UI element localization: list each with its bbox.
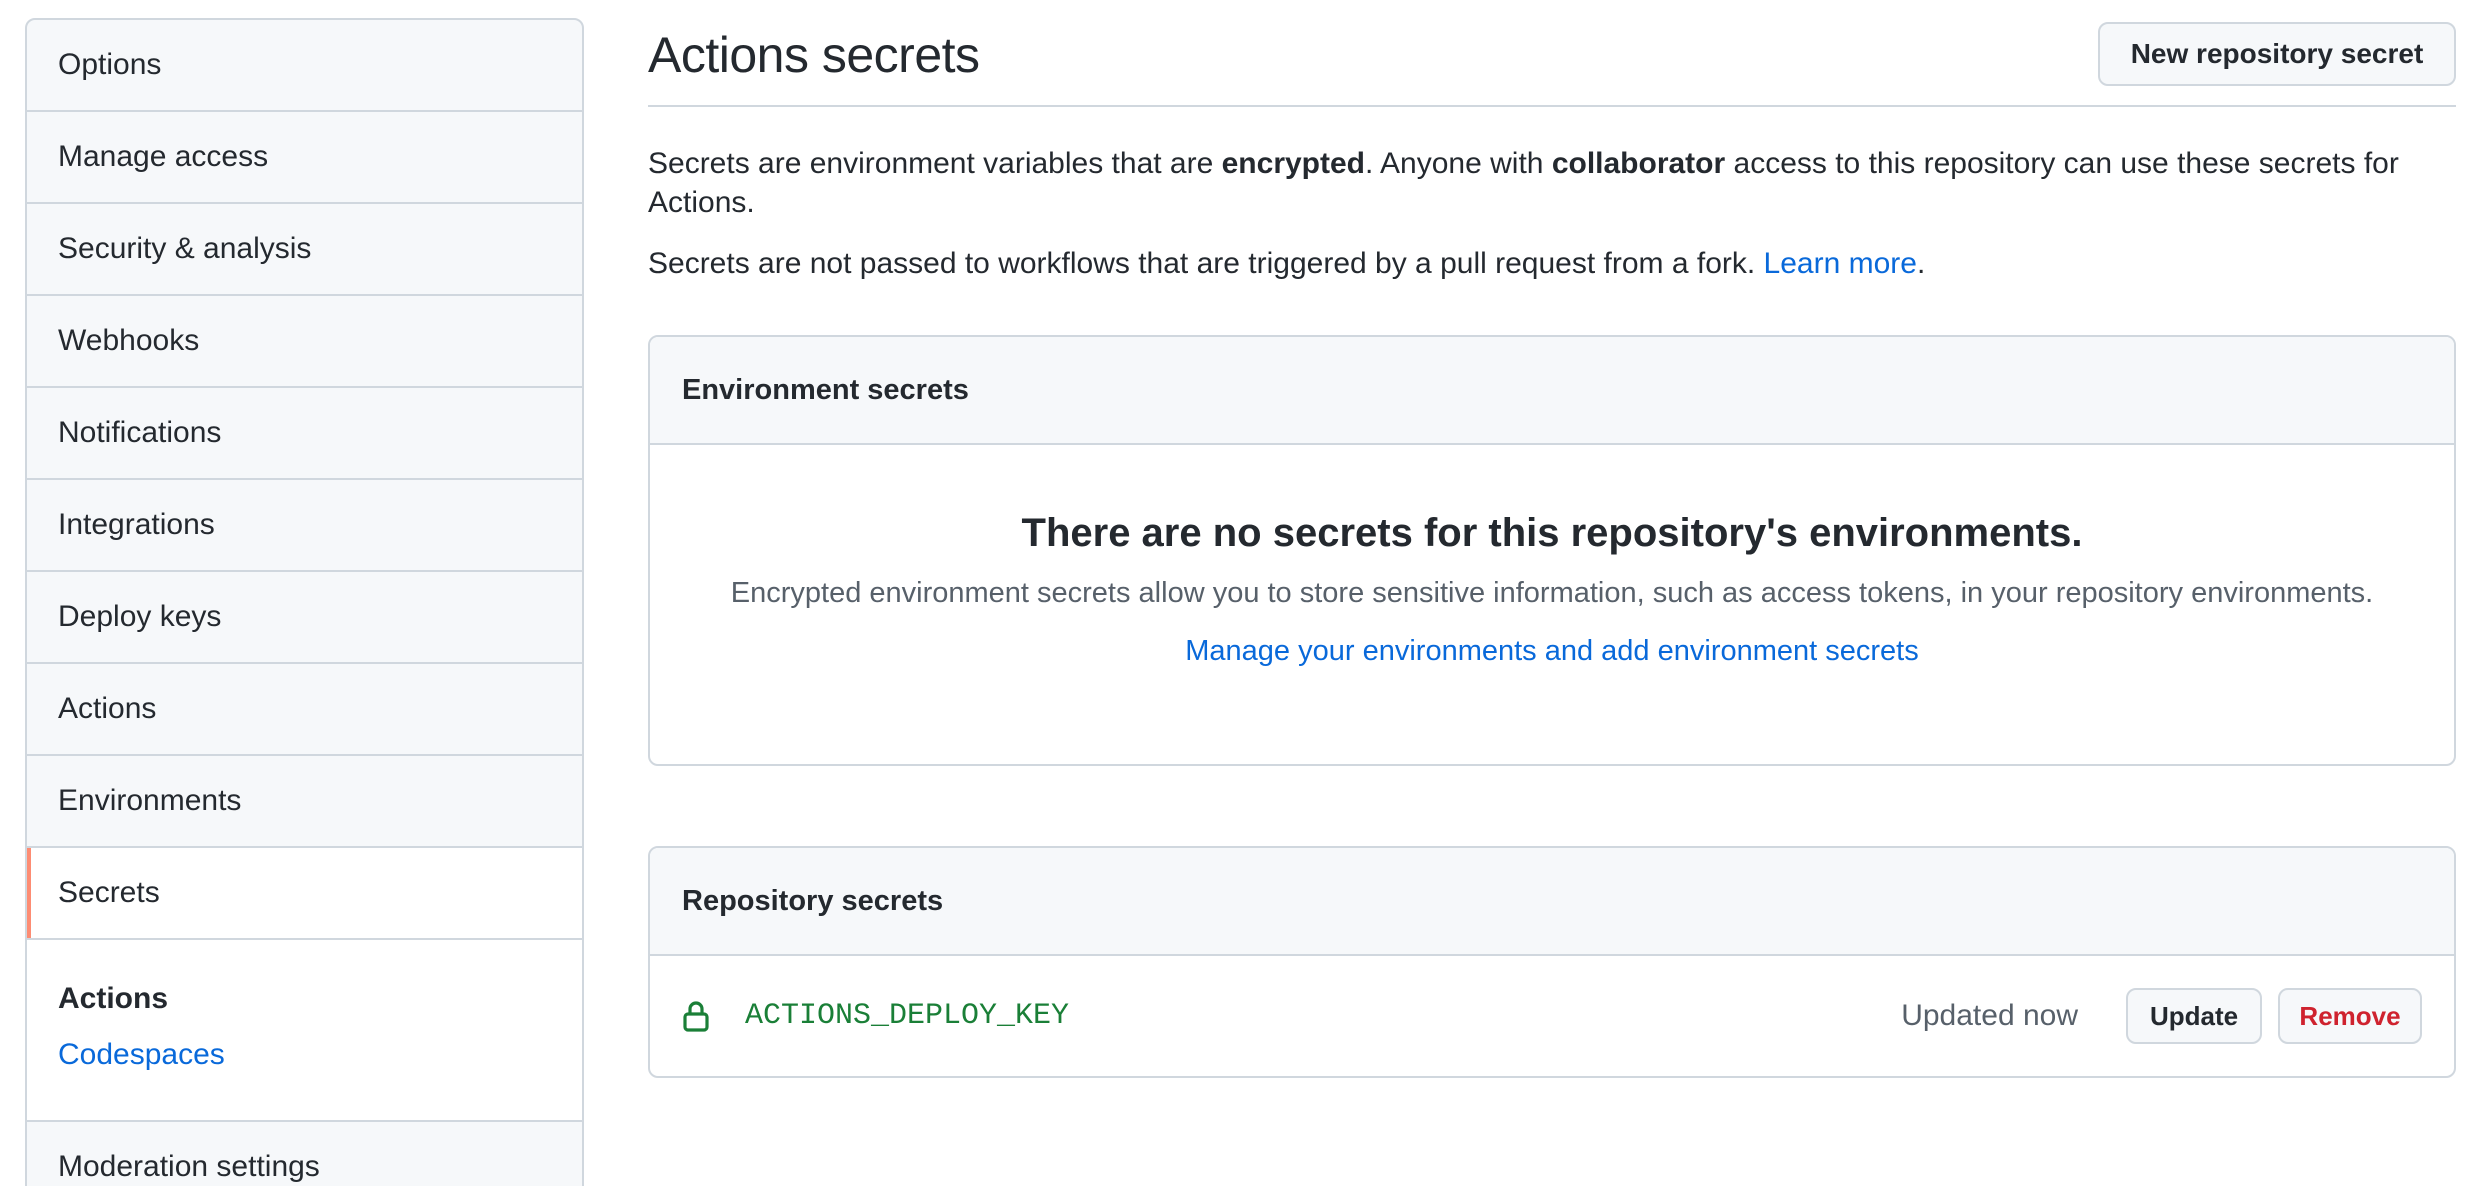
description-text: Secrets are environment variables that a… — [648, 147, 1222, 180]
fork-notice-text: Secrets are not passed to workflows that… — [648, 247, 1764, 280]
sidebar-item-label: Environments — [58, 784, 242, 817]
sidebar-item-label: Notifications — [58, 416, 222, 449]
sidebar-subitem-codespaces[interactable]: Codespaces — [58, 1038, 582, 1072]
sidebar-item-security-analysis[interactable]: Security & analysis — [27, 204, 582, 296]
main-content: Actions secrets New repository secret Se… — [648, 0, 2456, 1078]
blank-slate-description: Encrypted environment secrets allow you … — [730, 577, 2374, 609]
settings-page: Options Manage access Security & analysi… — [0, 0, 2488, 1186]
sidebar-item-options[interactable]: Options — [27, 20, 582, 112]
sidebar-item-label: Options — [58, 48, 162, 81]
environment-secrets-header: Environment secrets — [650, 337, 2454, 445]
blank-slate-title: There are no secrets for this repository… — [1021, 511, 2083, 555]
lock-icon — [683, 1001, 709, 1032]
fork-notice-period: . — [1916, 247, 1926, 280]
sidebar-item-manage-access[interactable]: Manage access — [27, 112, 582, 204]
sidebar-item-label: Security & analysis — [58, 232, 312, 265]
manage-environments-link[interactable]: Manage your environments and add environ… — [1185, 635, 1918, 668]
page-title: Actions secrets — [648, 27, 980, 83]
sidebar-item-notifications[interactable]: Notifications — [27, 388, 582, 480]
secret-actions: Updated now Update Remove — [1901, 988, 2422, 1044]
sidebar-item-label: Deploy keys — [58, 600, 222, 633]
description-bold-encrypted: encrypted — [1221, 147, 1366, 180]
sidebar-item-label: Secrets — [58, 876, 160, 909]
sidebar-item-label: Moderation settings — [58, 1150, 320, 1183]
environment-secrets-box: Environment secrets There are no secrets… — [648, 335, 2456, 766]
description-text: . Anyone with — [1365, 147, 1552, 180]
repository-secrets-box: Repository secrets ACTIONS_DEPLOY_KEY Up… — [648, 846, 2456, 1078]
learn-more-link[interactable]: Learn more — [1764, 247, 1917, 280]
sidebar-secrets-subgroup: Actions Codespaces — [27, 940, 582, 1122]
sidebar-item-environments[interactable]: Environments — [27, 756, 582, 848]
sidebar-item-integrations[interactable]: Integrations — [27, 480, 582, 572]
new-repository-secret-button[interactable]: New repository secret — [2098, 22, 2456, 86]
remove-secret-button[interactable]: Remove — [2278, 988, 2422, 1044]
sidebar-item-secrets[interactable]: Secrets — [27, 848, 582, 940]
fork-notice: Secrets are not passed to workflows that… — [648, 244, 2456, 283]
secrets-description: Secrets are environment variables that a… — [648, 144, 2456, 222]
repository-secrets-header: Repository secrets — [650, 848, 2454, 956]
description-bold-collaborator: collaborator — [1551, 147, 1726, 180]
page-header: Actions secrets New repository secret — [648, 0, 2456, 107]
secret-updated-status: Updated now — [1901, 999, 2078, 1032]
sidebar-item-label: Manage access — [58, 140, 269, 173]
sidebar-item-actions[interactable]: Actions — [27, 664, 582, 756]
sidebar-item-label: Actions — [58, 692, 157, 725]
sidebar-item-label: Integrations — [58, 508, 215, 541]
sidebar-item-moderation-settings[interactable]: Moderation settings — [27, 1122, 582, 1186]
environment-secrets-blank-slate: There are no secrets for this repository… — [650, 445, 2454, 668]
sidebar-item-label: Webhooks — [58, 324, 200, 357]
secret-name: ACTIONS_DEPLOY_KEY — [745, 999, 1070, 1033]
sidebar-item-webhooks[interactable]: Webhooks — [27, 296, 582, 388]
update-secret-button[interactable]: Update — [2126, 988, 2262, 1044]
sidebar-item-deploy-keys[interactable]: Deploy keys — [27, 572, 582, 664]
secret-row: ACTIONS_DEPLOY_KEY Updated now Update Re… — [650, 956, 2454, 1076]
sidebar-subgroup-heading-actions: Actions — [58, 982, 169, 1015]
settings-sidebar: Options Manage access Security & analysi… — [25, 18, 584, 1186]
